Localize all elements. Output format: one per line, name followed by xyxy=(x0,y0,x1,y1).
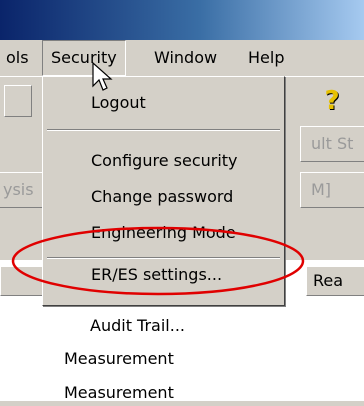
menu-separator xyxy=(47,129,280,131)
toolbar-button[interactable] xyxy=(4,85,32,117)
ghost-button-right-1: ult St xyxy=(300,126,364,162)
menu-tools[interactable]: ols xyxy=(0,40,37,76)
highlight-ellipse xyxy=(11,226,305,296)
ghost-button-right-2: M] xyxy=(300,172,364,208)
title-bar xyxy=(0,0,364,40)
menu-bar: ols Security Window Help xyxy=(0,40,364,76)
column-header-read[interactable]: Rea xyxy=(306,266,364,296)
menu-item-label: Configure security xyxy=(91,151,238,170)
menu-help[interactable]: Help xyxy=(240,40,292,76)
help-icon[interactable]: ? xyxy=(317,84,347,118)
menu-item-change-password[interactable]: Change password xyxy=(43,181,284,213)
menu-item-logout[interactable]: Logout xyxy=(43,87,284,119)
list-item: Measurement xyxy=(64,383,174,402)
menu-item-configure-security[interactable]: Configure security xyxy=(43,145,284,177)
menu-window[interactable]: Window xyxy=(146,40,225,76)
menu-item-audit-trail[interactable]: Audit Trail... xyxy=(42,310,283,342)
menu-item-label: Change password xyxy=(91,187,234,206)
menu-item-label: Audit Trail... xyxy=(90,316,185,335)
mouse-cursor-icon xyxy=(92,62,113,91)
list-item: Measurement xyxy=(64,349,174,368)
